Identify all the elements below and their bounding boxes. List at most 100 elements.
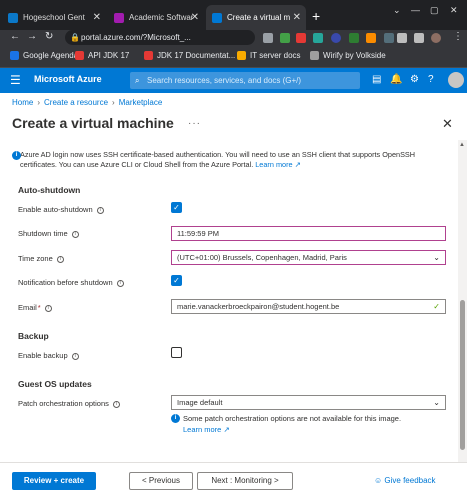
extension-icon[interactable]	[296, 33, 306, 43]
forward-arrow-icon[interactable]: →	[27, 31, 37, 42]
info-icon: i	[12, 151, 21, 160]
kebab-menu-icon[interactable]: ⋮	[453, 31, 463, 42]
share-icon[interactable]	[263, 33, 273, 43]
close-tab-icon[interactable]: ✕	[191, 12, 199, 23]
more-options-icon[interactable]: ···	[188, 118, 201, 129]
maximize-icon[interactable]: ▢	[430, 5, 439, 16]
scrollbar-thumb[interactable]	[460, 300, 465, 450]
browser-tab-academic[interactable]: Academic Softwar ✕	[108, 5, 204, 30]
extension-icon[interactable]	[313, 33, 323, 43]
reload-icon[interactable]: ↻	[45, 31, 53, 42]
time-zone-value: (UTC+01:00) Brussels, Copenhagen, Madrid…	[177, 253, 347, 262]
info-circle-icon[interactable]: i	[44, 304, 52, 312]
azure-search-input[interactable]: ⌕ Search resources, services, and docs (…	[130, 72, 360, 89]
give-feedback-label: Give feedback	[384, 476, 436, 485]
patch-learn-more-link[interactable]: Learn more ↗	[183, 425, 230, 434]
academic-software-favicon-icon	[114, 12, 124, 23]
close-icon[interactable]: ✕	[442, 116, 453, 132]
settings-icon[interactable]: ⚙	[410, 74, 419, 85]
browser-tab-azure[interactable]: Create a virtual m ✕	[206, 5, 306, 30]
bookmark-api-jdk[interactable]: API JDK 17	[75, 51, 129, 60]
tab-label: Hogeschool Gent	[23, 13, 85, 22]
info-learn-more-link[interactable]: Learn more ↗	[255, 160, 300, 169]
patch-orchestration-select[interactable]: Image default ⌄	[171, 395, 446, 410]
profile-avatar-icon[interactable]	[431, 33, 441, 43]
back-arrow-icon[interactable]: ←	[10, 31, 20, 42]
info-learn-more-label: Learn more	[255, 160, 293, 169]
breadcrumb-create-resource[interactable]: Create a resource	[44, 98, 108, 107]
patch-learn-more-label: Learn more	[183, 425, 222, 434]
bookmark-label: API JDK 17	[88, 51, 130, 60]
chevron-down-icon[interactable]: ⌄	[393, 5, 401, 16]
info-icon: i	[171, 414, 180, 423]
bookmark-label: JDK 17 Documentat...	[157, 51, 236, 60]
enable-auto-shutdown-text: Enable auto-shutdown	[18, 205, 93, 214]
extension-icon[interactable]	[280, 33, 290, 43]
notifications-icon[interactable]: 🔔	[390, 74, 402, 85]
extension-icon[interactable]	[366, 33, 376, 43]
info-circle-icon[interactable]: i	[71, 352, 79, 360]
browser-tab-hogeschool[interactable]: Hogeschool Gent ✕	[2, 5, 106, 30]
tab-label: Create a virtual m	[227, 13, 291, 22]
time-zone-text: Time zone	[18, 254, 53, 263]
close-tab-icon[interactable]: ✕	[93, 12, 101, 23]
folder-icon	[237, 51, 246, 60]
wirify-icon	[310, 51, 319, 60]
info-circle-icon[interactable]: i	[71, 230, 79, 238]
patch-orchestration-text: Patch orchestration options	[18, 399, 109, 408]
info-circle-icon[interactable]: i	[96, 206, 104, 214]
time-zone-label: Time zone i	[18, 254, 64, 263]
extension-icon[interactable]	[384, 33, 394, 43]
extension-icon[interactable]	[349, 33, 359, 43]
avatar[interactable]	[448, 72, 464, 88]
bookmark-google-agenda[interactable]: Google Agenda	[10, 51, 78, 60]
hamburger-menu-icon[interactable]: ☰	[10, 73, 21, 87]
email-label: Email* i	[18, 303, 52, 312]
puzzle-icon[interactable]	[397, 33, 407, 43]
address-bar[interactable]: 🔒 portal.azure.com/?Microsoft_...	[65, 30, 255, 45]
minimize-icon[interactable]: —	[411, 5, 420, 15]
info-circle-icon[interactable]: i	[112, 400, 120, 408]
enable-backup-checkbox[interactable]	[171, 347, 182, 358]
extension-icon[interactable]	[331, 33, 341, 43]
enable-backup-label: Enable backup i	[18, 351, 79, 360]
breadcrumb-marketplace[interactable]: Marketplace	[119, 98, 163, 107]
bookmark-label: Wirify by Volkside	[323, 51, 386, 60]
review-create-button[interactable]: Review + create	[12, 472, 96, 490]
email-value: marie.vanackerbroeckpairon@student.hogen…	[177, 302, 340, 311]
chevron-down-icon: ⌄	[433, 398, 440, 407]
enable-auto-shutdown-label: Enable auto-shutdown i	[18, 205, 104, 214]
azure-brand[interactable]: Microsoft Azure	[34, 74, 102, 84]
notification-checkbox[interactable]: ✓	[171, 275, 182, 286]
azure-header: ☰ Microsoft Azure ⌕ Search resources, se…	[0, 68, 467, 93]
chevron-down-icon: ⌄	[433, 253, 440, 262]
new-tab-button[interactable]: +	[312, 8, 320, 24]
close-window-icon[interactable]: ✕	[450, 5, 458, 16]
chevron-right-icon: ›	[112, 98, 115, 107]
oracle-icon	[144, 51, 153, 60]
breadcrumb-home[interactable]: Home	[12, 98, 33, 107]
give-feedback-link[interactable]: ☺ Give feedback	[374, 476, 436, 485]
help-icon[interactable]: ?	[428, 74, 434, 85]
shutdown-time-input[interactable]: 11:59:59 PM	[171, 226, 446, 241]
info-circle-icon[interactable]: i	[116, 279, 124, 287]
sidebar-icon[interactable]	[414, 33, 424, 43]
tab-label: Academic Softwar	[129, 13, 194, 22]
scroll-up-icon[interactable]: ▲	[459, 142, 465, 148]
enable-auto-shutdown-checkbox[interactable]: ✓	[171, 202, 182, 213]
oracle-icon	[75, 51, 84, 60]
bookmark-wirify[interactable]: Wirify by Volkside	[310, 51, 386, 60]
bookmark-jdk-docs[interactable]: JDK 17 Documentat...	[144, 51, 235, 60]
bookmark-it-server-docs[interactable]: IT server docs	[237, 51, 301, 60]
cloud-shell-icon[interactable]: ▤	[372, 74, 381, 85]
email-field[interactable]: marie.vanackerbroeckpairon@student.hogen…	[171, 299, 446, 314]
info-circle-icon[interactable]: i	[56, 255, 64, 263]
info-banner: i Azure AD login now uses SSH certificat…	[12, 150, 452, 170]
section-guest-os-updates: Guest OS updates	[18, 379, 92, 389]
time-zone-select[interactable]: (UTC+01:00) Brussels, Copenhagen, Madrid…	[171, 250, 446, 265]
previous-button[interactable]: < Previous	[129, 472, 193, 490]
bookmarks-bar: Google Agenda API JDK 17 JDK 17 Document…	[0, 46, 467, 68]
next-monitoring-button[interactable]: Next : Monitoring >	[197, 472, 293, 490]
close-tab-icon[interactable]: ✕	[293, 12, 301, 23]
email-text: Email	[18, 303, 37, 312]
